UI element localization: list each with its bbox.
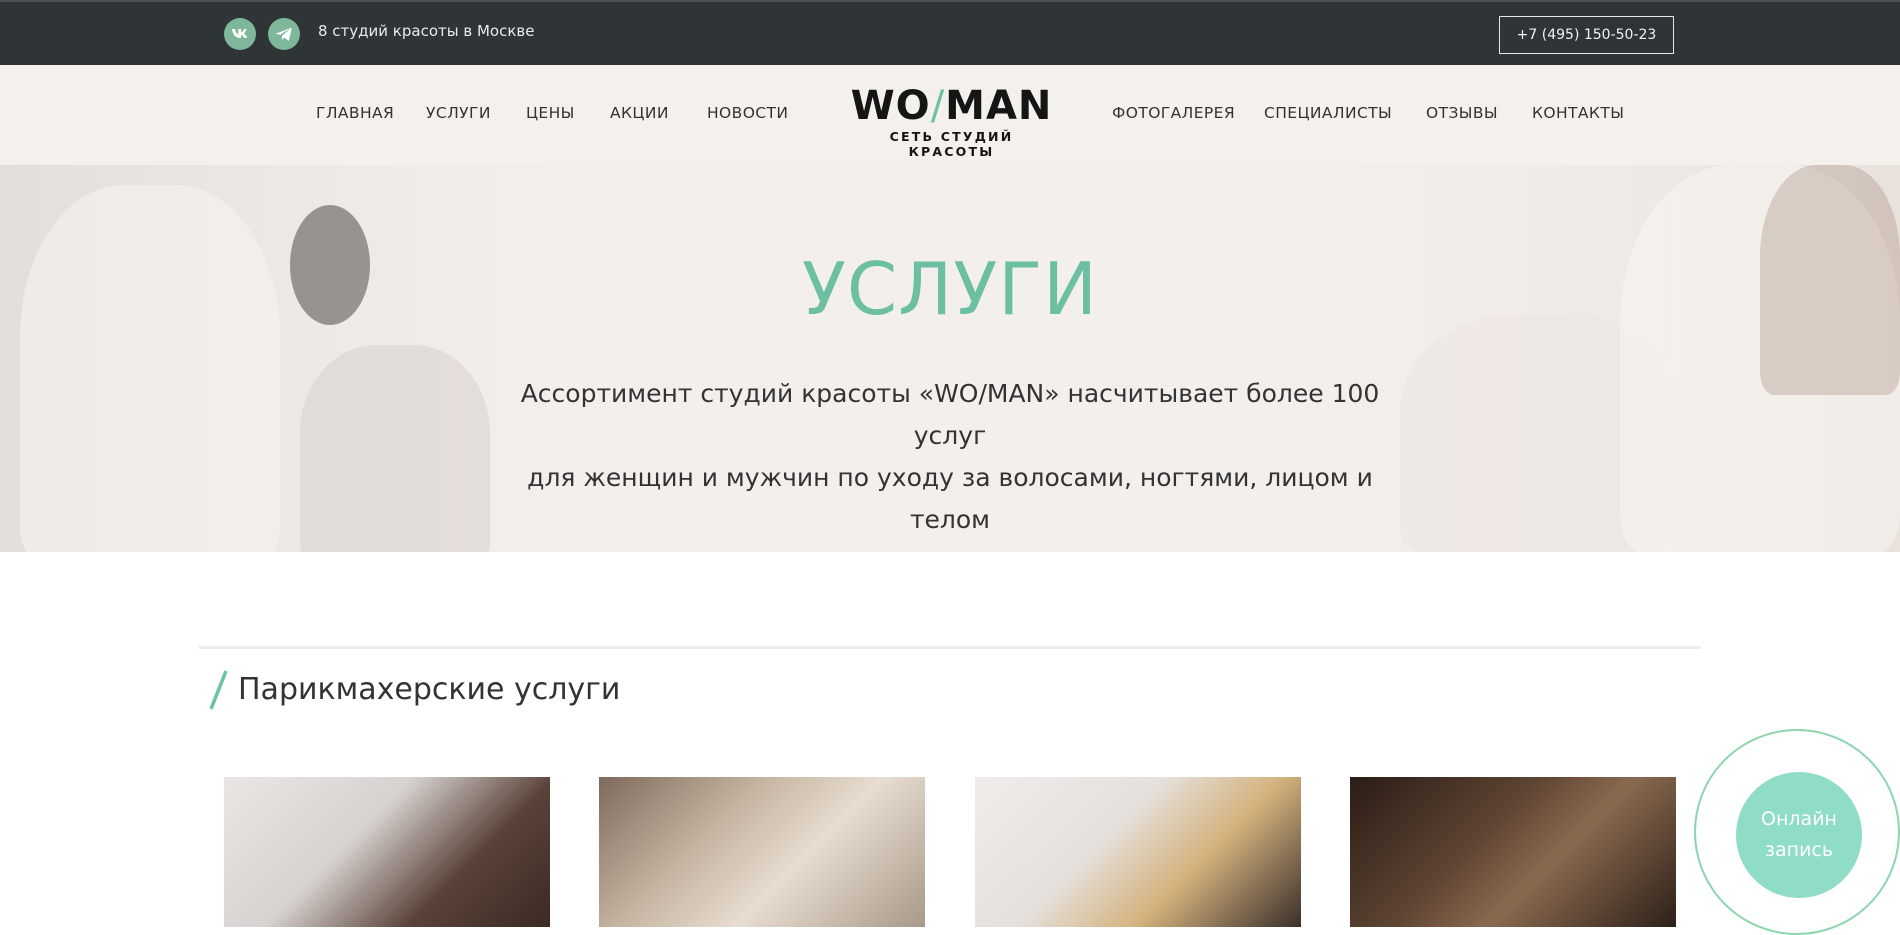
stylist-figure	[20, 185, 280, 552]
hero-description: Ассортимент студий красоты «WO/MAN» насч…	[500, 373, 1400, 541]
logo-slash: /	[930, 83, 946, 129]
nav-item-services[interactable]: УСЛУГИ	[426, 104, 491, 122]
service-card-image[interactable]	[599, 777, 925, 927]
online-booking-button[interactable]: Онлайн запись	[1736, 772, 1862, 898]
booking-label-line1: Онлайн	[1761, 808, 1837, 830]
main-header: ГЛАВНАЯ УСЛУГИ ЦЕНЫ АКЦИИ НОВОСТИ WO/MAN…	[0, 65, 1900, 165]
hero-photo-right	[1340, 165, 1900, 552]
booking-label: Онлайн запись	[1761, 804, 1837, 866]
hero-description-line2: для женщин и мужчин по уходу за волосами…	[527, 463, 1373, 534]
service-card-image[interactable]	[224, 777, 550, 927]
service-card-image[interactable]	[975, 777, 1301, 927]
vk-icon[interactable]	[224, 18, 256, 50]
slash-accent-icon	[209, 670, 228, 710]
nav-item-promotions[interactable]: АКЦИИ	[610, 104, 669, 122]
hero-description-line1: Ассортимент студий красоты «WO/MAN» насч…	[520, 379, 1380, 450]
hero-banner: УСЛУГИ Ассортимент студий красоты «WO/MA…	[0, 165, 1900, 552]
nav-item-reviews[interactable]: ОТЗЫВЫ	[1426, 104, 1498, 122]
studio-count-text: 8 студий красоты в Москве	[318, 22, 535, 40]
page-title: УСЛУГИ	[802, 247, 1098, 331]
telegram-glyph	[276, 27, 292, 41]
vk-glyph	[232, 29, 248, 38]
nav-item-home[interactable]: ГЛАВНАЯ	[316, 104, 394, 122]
top-bar: 8 студий красоты в Москве +7 (495) 150-5…	[0, 0, 1900, 65]
nav-item-prices[interactable]: ЦЕНЫ	[526, 104, 575, 122]
nav-item-specialists[interactable]: СПЕЦИАЛИСТЫ	[1264, 104, 1392, 122]
logo-tagline: СЕТЬ СТУДИЙ КРАСОТЫ	[889, 129, 1014, 159]
section-divider	[199, 646, 1701, 649]
nav-item-contacts[interactable]: КОНТАКТЫ	[1532, 104, 1624, 122]
nav-item-news[interactable]: НОВОСТИ	[707, 104, 788, 122]
client-figure	[300, 345, 490, 552]
service-card-image[interactable]	[1350, 777, 1676, 927]
logo[interactable]: WO/MAN СЕТЬ СТУДИЙ КРАСОТЫ	[849, 84, 1054, 159]
phone-button[interactable]: +7 (495) 150-50-23	[1499, 16, 1674, 54]
hero-photo-left	[0, 165, 560, 552]
logo-part-left: WO	[850, 83, 931, 129]
logo-part-right: MAN	[945, 83, 1053, 129]
booking-label-line2: запись	[1764, 839, 1834, 861]
logo-wordmark: WO/MAN	[849, 84, 1054, 128]
nav-item-gallery[interactable]: ФОТОГАЛЕРЕЯ	[1112, 104, 1235, 122]
telegram-icon[interactable]	[268, 18, 300, 50]
section-title: Парикмахерские услуги	[238, 672, 621, 707]
